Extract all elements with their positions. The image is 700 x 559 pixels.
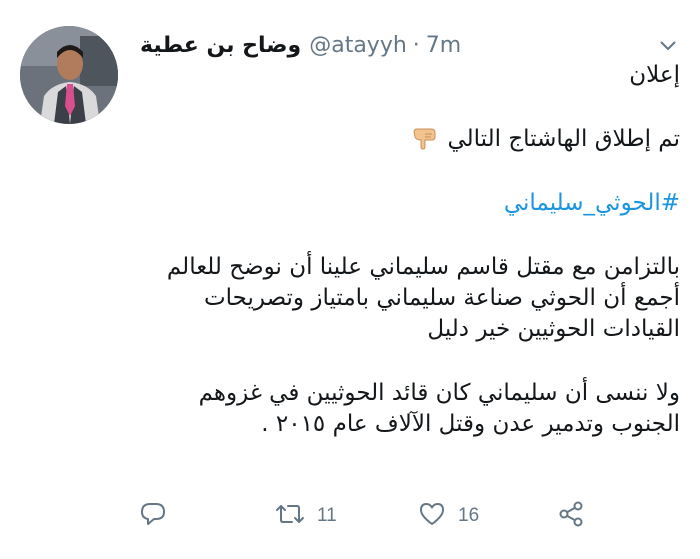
user-handle[interactable]: @atayyh bbox=[309, 33, 407, 58]
tweet-line-text: تم إطلاق الهاشتاج التالي bbox=[447, 126, 680, 152]
tweet-line: تم إطلاق الهاشتاج التالي bbox=[140, 124, 680, 155]
tweet-line: ولا ننسى أن سليماني كان قائد الحوثيين في… bbox=[198, 380, 680, 406]
retweet-icon bbox=[275, 502, 305, 530]
tweet[interactable]: وضاح بن عطية @atayyh · 7m إعلان تم إطلاق… bbox=[0, 0, 700, 559]
tweet-line: القيادات الحوثيين خير دليل bbox=[427, 316, 680, 342]
tweet-line: أجمع أن الحوثي صناعة سليماني بامتياز وتص… bbox=[203, 285, 680, 311]
tweet-line: بالتزامن مع مقتل قاسم سليماني علينا أن ن… bbox=[166, 254, 680, 280]
tweet-text: إعلان تم إطلاق الهاشتاج التالي #الحوثي_س… bbox=[140, 60, 680, 440]
like-count: 16 bbox=[458, 505, 480, 526]
separator-dot: · bbox=[412, 32, 420, 58]
share-icon bbox=[558, 501, 584, 531]
tweet-line: الجنوب وتدمير عدن وقتل الآلاف عام ٢٠١٥ . bbox=[261, 411, 680, 437]
backhand-index-pointing-down-icon bbox=[411, 126, 439, 150]
like-button[interactable]: 16 bbox=[418, 498, 479, 534]
retweet-button[interactable]: 11 bbox=[275, 498, 337, 534]
hashtag-link[interactable]: #الحوثي_سليماني bbox=[140, 188, 680, 219]
heart-icon bbox=[418, 502, 446, 530]
tweet-line: إعلان bbox=[629, 62, 680, 88]
retweet-count: 11 bbox=[317, 505, 337, 526]
display-name[interactable]: وضاح بن عطية bbox=[140, 33, 301, 58]
timestamp[interactable]: 7m bbox=[426, 33, 461, 58]
tweet-actions: 11 16 bbox=[140, 498, 590, 534]
avatar[interactable] bbox=[20, 26, 118, 124]
chevron-down-icon[interactable] bbox=[656, 36, 680, 56]
reply-button[interactable] bbox=[140, 498, 166, 534]
reply-icon bbox=[140, 502, 166, 530]
tweet-header: وضاح بن عطية @atayyh · 7m bbox=[140, 28, 461, 62]
share-button[interactable] bbox=[558, 498, 584, 534]
